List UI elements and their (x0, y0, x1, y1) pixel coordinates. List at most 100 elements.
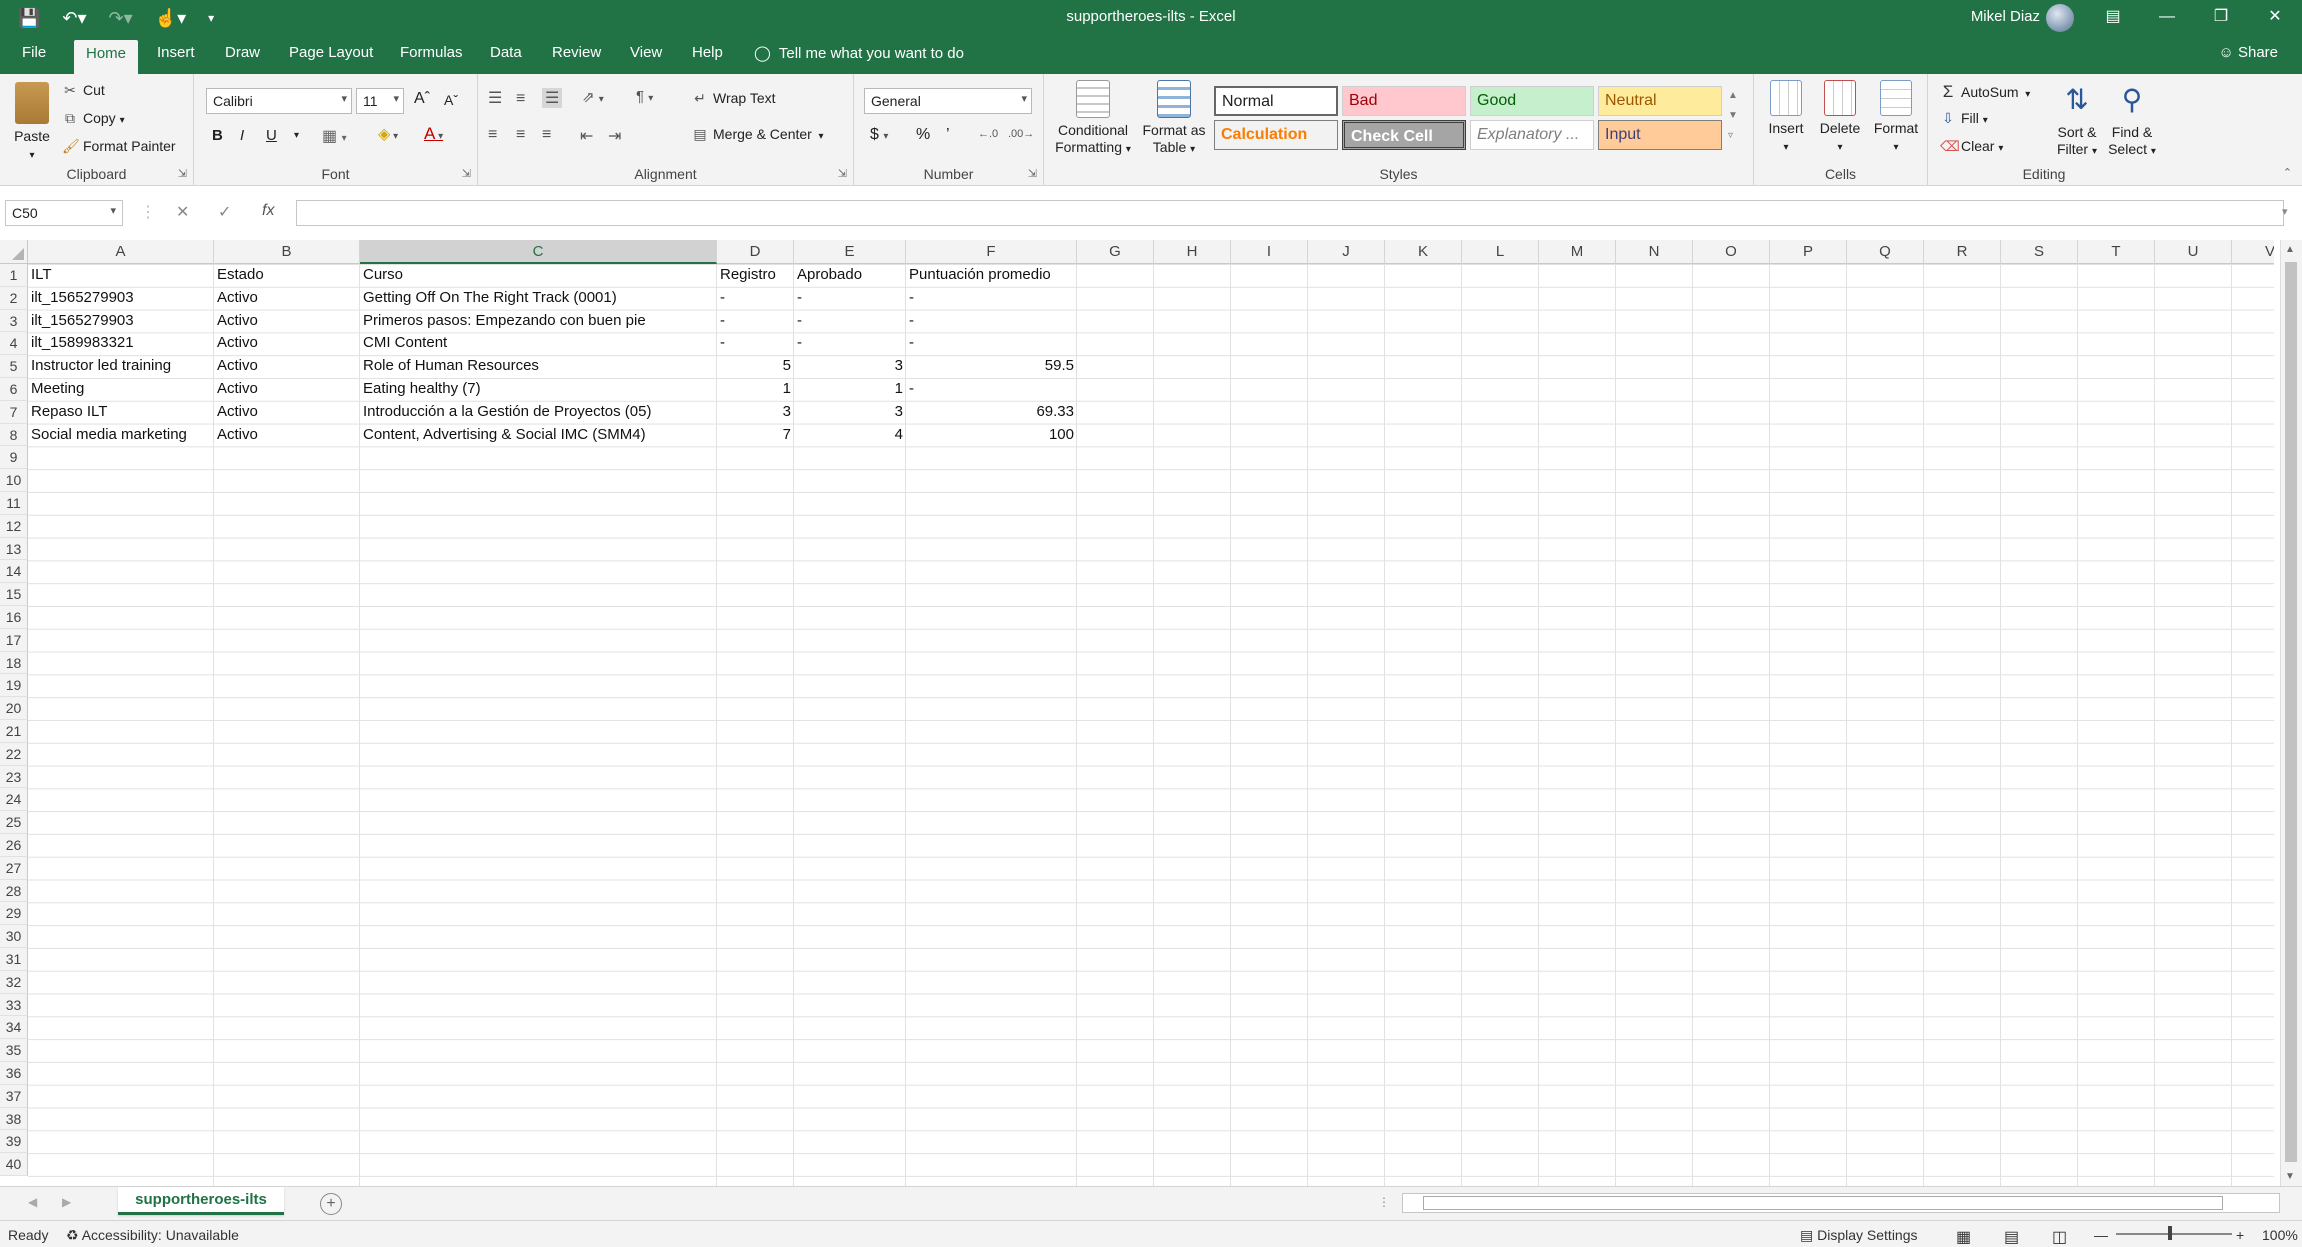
column-header-g[interactable]: G (1077, 240, 1154, 264)
sheet-tab[interactable]: supportheroes-ilts (118, 1187, 284, 1215)
font-launcher-icon[interactable]: ⇲ (462, 167, 471, 180)
column-header-b[interactable]: B (214, 240, 360, 264)
cell-f3[interactable]: - (906, 310, 1077, 333)
cell-f8[interactable]: 100 (906, 424, 1077, 447)
insert-cells-button[interactable]: Insert ▾ (1760, 80, 1812, 156)
tab-insert[interactable]: Insert (157, 44, 195, 61)
column-header-n[interactable]: N (1616, 240, 1693, 264)
row-header[interactable]: 9 (0, 446, 28, 470)
style-input[interactable]: Input (1598, 120, 1722, 150)
row-header[interactable]: 30 (0, 925, 28, 948)
sort-filter-button[interactable]: ⇅ Sort & Filter ▾ (2050, 80, 2104, 160)
font-name-select[interactable]: Calibri (206, 88, 352, 114)
restore-icon[interactable]: ❐ (2194, 0, 2248, 36)
paste-button[interactable]: Paste ▾ (8, 82, 56, 164)
cell-d6[interactable]: 1 (717, 378, 794, 401)
style-neutral[interactable]: Neutral (1598, 86, 1722, 116)
format-cells-button[interactable]: Format ▾ (1868, 80, 1924, 156)
clipboard-launcher-icon[interactable]: ⇲ (178, 167, 187, 180)
merge-center-button[interactable]: ▤ Merge & Center ▾ (692, 126, 823, 143)
share-button[interactable]: ☺ Share (2218, 44, 2278, 61)
zoom-slider[interactable] (2116, 1233, 2232, 1235)
align-top-icon[interactable]: ☰ (488, 88, 502, 108)
borders-icon[interactable]: ▦ ▾ (322, 126, 347, 146)
italic-button[interactable]: I (240, 127, 244, 144)
cell-c5[interactable]: Role of Human Resources (360, 355, 717, 378)
tab-file[interactable]: File (22, 44, 46, 61)
row-header[interactable]: 40 (0, 1153, 28, 1176)
enter-icon[interactable]: ✓ (218, 202, 231, 222)
cell-d1[interactable]: Registro (717, 264, 794, 287)
cell-c2[interactable]: Getting Off On The Right Track (0001) (360, 287, 717, 310)
comma-button[interactable]: ’ (946, 126, 950, 144)
styles-scroll-icon[interactable]: ▲ ▼ ▿ (1728, 86, 1738, 146)
delete-cells-button[interactable]: Delete ▾ (1814, 80, 1866, 156)
row-header[interactable]: 6 (0, 378, 28, 401)
tab-view[interactable]: View (630, 44, 662, 61)
cell-d5[interactable]: 5 (717, 355, 794, 378)
autosum-button[interactable]: Σ AutoSum ▾ (1940, 82, 2031, 102)
normal-view-icon[interactable]: ▦ (1956, 1227, 1971, 1247)
row-header[interactable]: 29 (0, 902, 28, 926)
row-header[interactable]: 34 (0, 1016, 28, 1040)
cell-f5[interactable]: 59.5 (906, 355, 1077, 378)
style-calculation[interactable]: Calculation (1214, 120, 1338, 150)
column-header-u[interactable]: U (2155, 240, 2232, 264)
page-break-view-icon[interactable]: ◫ (2052, 1227, 2067, 1247)
cell-a2[interactable]: ilt_1565279903 (28, 287, 214, 310)
cell-e8[interactable]: 4 (794, 424, 906, 447)
user-name[interactable]: Mikel Diaz (1971, 8, 2040, 25)
row-header[interactable]: 23 (0, 765, 28, 789)
zoom-out-icon[interactable]: — (2094, 1227, 2108, 1243)
row-header[interactable]: 37 (0, 1084, 28, 1108)
insert-function-icon[interactable]: fx (262, 202, 274, 220)
cell-f7[interactable]: 69.33 (906, 401, 1077, 424)
column-header-r[interactable]: R (1924, 240, 2001, 264)
column-header-a[interactable]: A (28, 240, 214, 264)
minimize-icon[interactable]: — (2140, 0, 2194, 36)
cell-e5[interactable]: 3 (794, 355, 906, 378)
row-header[interactable]: 20 (0, 697, 28, 720)
cell-a6[interactable]: Meeting (28, 378, 214, 401)
cell-b4[interactable]: Activo (214, 332, 360, 355)
ribbon-display-options-icon[interactable]: ▤ (2086, 0, 2140, 36)
row-header[interactable]: 25 (0, 811, 28, 834)
worksheet-grid[interactable]: A B C D E F G H I J K L M N O P Q R S T U V 1 2 3 4 5 6 7 8 9 10 11 12 13 1… (0, 240, 2274, 1186)
expand-formula-bar-icon[interactable]: ▾ (2282, 205, 2288, 218)
add-sheet-icon[interactable]: + (320, 1193, 342, 1215)
cell-f2[interactable]: - (906, 287, 1077, 310)
select-all-corner[interactable] (0, 240, 28, 264)
cell-f6[interactable]: - (906, 378, 1077, 401)
font-color-icon[interactable]: A ▾ (424, 124, 443, 144)
column-header-t[interactable]: T (2078, 240, 2155, 264)
column-header-i[interactable]: I (1231, 240, 1308, 264)
row-header[interactable]: 39 (0, 1130, 28, 1154)
text-direction-icon[interactable]: ¶ ▾ (636, 88, 653, 105)
decrease-decimal-icon[interactable]: .00→ (1008, 128, 1034, 140)
increase-indent-icon[interactable]: ⇥ (608, 126, 621, 146)
tab-page-layout[interactable]: Page Layout (289, 44, 373, 61)
column-header-s[interactable]: S (2001, 240, 2078, 264)
conditional-formatting-button[interactable]: Conditional Formatting ▾ (1054, 80, 1132, 158)
align-right-icon[interactable]: ≡ (542, 126, 551, 144)
row-header[interactable]: 24 (0, 788, 28, 812)
row-header[interactable]: 16 (0, 606, 28, 629)
column-header-o[interactable]: O (1693, 240, 1770, 264)
column-header-k[interactable]: K (1385, 240, 1462, 264)
align-bottom-icon[interactable]: ☰ (542, 88, 563, 108)
align-center-icon[interactable]: ≡ (516, 126, 525, 144)
scroll-up-icon[interactable]: ▲ (2285, 244, 2295, 255)
column-header-q[interactable]: Q (1847, 240, 1924, 264)
name-box[interactable]: C50 (5, 200, 123, 226)
prev-sheet-icon[interactable]: ◀ (28, 1195, 37, 1209)
row-header[interactable]: 1 (0, 264, 28, 287)
cell-a4[interactable]: ilt_1589983321 (28, 332, 214, 355)
column-header-h[interactable]: H (1154, 240, 1231, 264)
accessibility-status[interactable]: ♻ Accessibility: Unavailable (66, 1227, 239, 1244)
find-select-button[interactable]: ⚲ Find & Select ▾ (2104, 80, 2160, 160)
cell-d3[interactable]: - (717, 310, 794, 333)
row-header[interactable]: 17 (0, 628, 28, 652)
cell-b8[interactable]: Activo (214, 424, 360, 447)
row-header[interactable]: 14 (0, 560, 28, 584)
zoom-in-icon[interactable]: + (2236, 1227, 2244, 1243)
